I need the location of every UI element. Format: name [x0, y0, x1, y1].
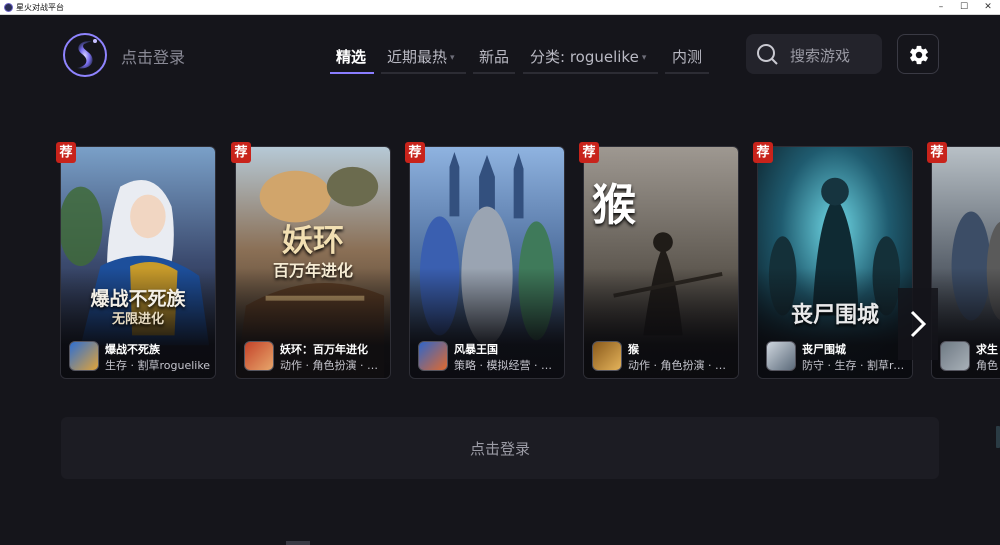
login-link[interactable]: 点击登录: [121, 44, 185, 68]
login-panel[interactable]: 点击登录: [61, 417, 939, 479]
cover-title: 猴: [592, 180, 636, 231]
game-card-survive[interactable]: 求生 角色: [931, 146, 1000, 379]
scroll-indicator: [286, 541, 310, 545]
game-tags: 动作 · 角色扮演 · 割草: [628, 359, 736, 372]
game-title: 丧尸围城: [802, 343, 846, 356]
game-tags: 动作 · 角色扮演 · 防守: [280, 359, 388, 372]
cover-title: 爆战不死族: [90, 288, 186, 310]
game-title: 爆战不死族: [105, 343, 160, 356]
chevron-down-icon: ▾: [641, 52, 647, 63]
recommend-badge: 荐: [927, 142, 947, 163]
carousel-next-button[interactable]: [898, 288, 938, 360]
chevron-down-icon: ▾: [450, 52, 455, 63]
tab-underline: [473, 72, 515, 74]
search-icon: [757, 44, 778, 65]
tab-category[interactable]: 分类: roguelike ▾: [530, 46, 646, 67]
tab-label: 内测: [672, 48, 703, 66]
game-title: 猴: [628, 343, 639, 356]
survivor-icon: [940, 341, 970, 371]
tab-beta[interactable]: 内测: [672, 46, 702, 67]
kingdom-icon: [418, 341, 448, 371]
game-title: 求生: [976, 343, 998, 356]
cover-title: 妖环: [282, 223, 344, 259]
search-input[interactable]: 搜索游戏: [746, 34, 882, 74]
game-card-monkey[interactable]: 猴 猴 动作 · 角色扮演 · 割草: [583, 146, 739, 379]
app-icon: [4, 3, 13, 12]
game-title: 妖环：百万年进化: [280, 343, 368, 356]
window-title: 星火对战平台: [16, 3, 64, 12]
game-card-storm-kingdom[interactable]: 风暴王国 策略 · 模拟经营 · 放置: [409, 146, 565, 379]
recommend-badge: 荐: [231, 142, 251, 163]
chevron-right-icon: [910, 310, 927, 338]
tab-label: 近期最热: [387, 48, 448, 66]
zombie-icon: [766, 341, 796, 371]
game-tags: 策略 · 模拟经营 · 放置: [454, 359, 562, 372]
tab-underline: [523, 72, 658, 74]
recommend-badge: 荐: [56, 142, 76, 163]
tab-label: 分类: roguelike: [530, 48, 639, 66]
search-placeholder: 搜索游戏: [790, 47, 851, 65]
monkey-king-icon: [592, 341, 622, 371]
app-logo-icon: [62, 32, 108, 78]
game-tags: 防守 · 生存 · 割草roguelike: [802, 359, 910, 372]
warrior-icon: [69, 341, 99, 371]
maximize-button[interactable]: ☐: [957, 1, 971, 14]
cover-title: 丧尸围城: [790, 303, 879, 328]
monkey-icon: [244, 341, 274, 371]
tab-label: 精选: [336, 48, 367, 66]
recommend-badge: 荐: [579, 142, 599, 163]
tab-label: 新品: [479, 48, 510, 66]
cover-subtitle: 无限进化: [111, 312, 164, 327]
close-button[interactable]: ✕: [981, 1, 995, 14]
recommend-badge: 荐: [753, 142, 773, 163]
tab-new[interactable]: 新品: [479, 46, 509, 67]
game-card-undead-war[interactable]: 爆战不死族 无限进化 爆战不死族 生存 · 割草roguelike: [60, 146, 216, 379]
game-card-zombie-siege[interactable]: 丧尸围城 丧尸围城 防守 · 生存 · 割草roguelike: [757, 146, 913, 379]
title-bar: 星火对战平台 – ☐ ✕: [0, 0, 1000, 15]
tab-underline: [330, 72, 374, 74]
settings-button[interactable]: [897, 34, 939, 74]
tab-recent-hot[interactable]: 近期最热 ▾: [387, 46, 455, 67]
game-title: 风暴王国: [454, 343, 498, 356]
game-card-yaohuan[interactable]: 妖环 百万年进化 妖环：百万年进化 动作 · 角色扮演 · 防守: [235, 146, 391, 379]
gear-icon: [910, 45, 928, 65]
tab-underline: [381, 72, 466, 74]
login-panel-label: 点击登录: [469, 440, 530, 458]
game-tags: 生存 · 割草roguelike: [105, 359, 211, 372]
tab-underline: [665, 72, 709, 74]
app-window: 星火对战平台 – ☐ ✕ 点击登录 精选 近期最热 ▾ 新品 分类: rogue…: [0, 0, 1000, 545]
cover-subtitle: 百万年进化: [272, 261, 353, 280]
tab-featured[interactable]: 精选: [336, 46, 366, 67]
side-widget[interactable]: [996, 426, 1000, 448]
minimize-button[interactable]: –: [934, 1, 948, 14]
game-tags: 角色: [976, 359, 998, 372]
recommend-badge: 荐: [405, 142, 425, 163]
